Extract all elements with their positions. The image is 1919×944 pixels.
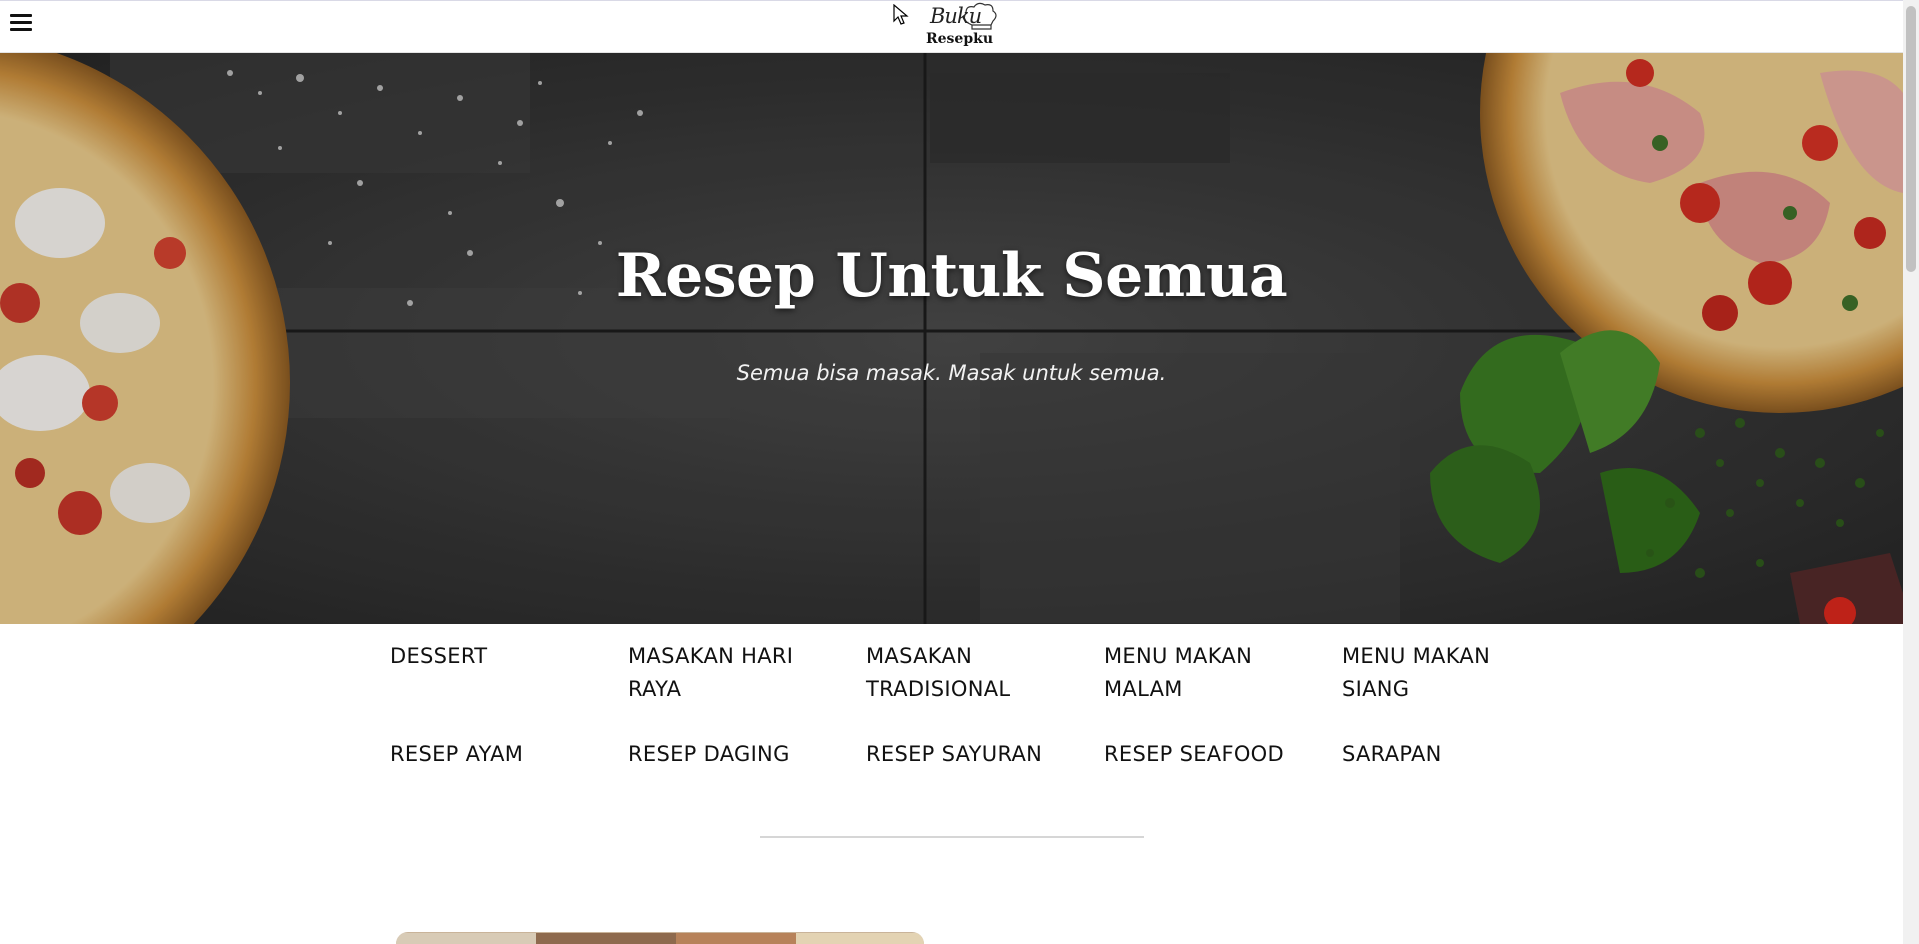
category-resep-daging[interactable]: RESEP DAGING <box>628 738 828 771</box>
logo-script-text: Buku <box>930 4 982 28</box>
category-masakan-hari-raya[interactable]: MASAKAN HARI RAYA <box>628 640 828 706</box>
site-logo[interactable]: Buku Resepku <box>922 1 1000 51</box>
hero-title: Resep Untuk Semua <box>615 241 1288 311</box>
category-masakan-tradisional[interactable]: MASAKAN TRADISIONAL <box>866 640 1066 706</box>
category-sarapan[interactable]: SARAPAN <box>1342 738 1542 771</box>
category-dessert[interactable]: DESSERT <box>390 640 590 673</box>
mouse-cursor-icon <box>893 4 909 25</box>
category-resep-ayam[interactable]: RESEP AYAM <box>390 738 590 771</box>
section-divider <box>760 836 1144 838</box>
hero-background-image <box>0 53 1903 624</box>
hamburger-icon <box>10 14 32 17</box>
recipe-thumbnail-image <box>396 933 924 944</box>
logo-text: Resepku <box>926 31 993 47</box>
hero-banner: Resep Untuk Semua Semua bisa masak. Masa… <box>0 53 1903 624</box>
top-navbar: Buku Resepku <box>0 0 1903 53</box>
recipe-card-image-peek[interactable] <box>396 932 924 944</box>
category-menu-makan-siang[interactable]: MENU MAKAN SIANG <box>1342 640 1542 706</box>
hero-subtitle: Semua bisa masak. Masak untuk semua. <box>736 361 1167 385</box>
vertical-scrollbar[interactable] <box>1903 0 1919 944</box>
category-resep-sayuran[interactable]: RESEP SAYURAN <box>866 738 1066 771</box>
category-menu-makan-malam[interactable]: MENU MAKAN MALAM <box>1104 640 1304 706</box>
scrollbar-thumb[interactable] <box>1906 6 1916 272</box>
hamburger-menu-button[interactable] <box>10 11 34 35</box>
category-resep-seafood[interactable]: RESEP SEAFOOD <box>1104 738 1304 771</box>
